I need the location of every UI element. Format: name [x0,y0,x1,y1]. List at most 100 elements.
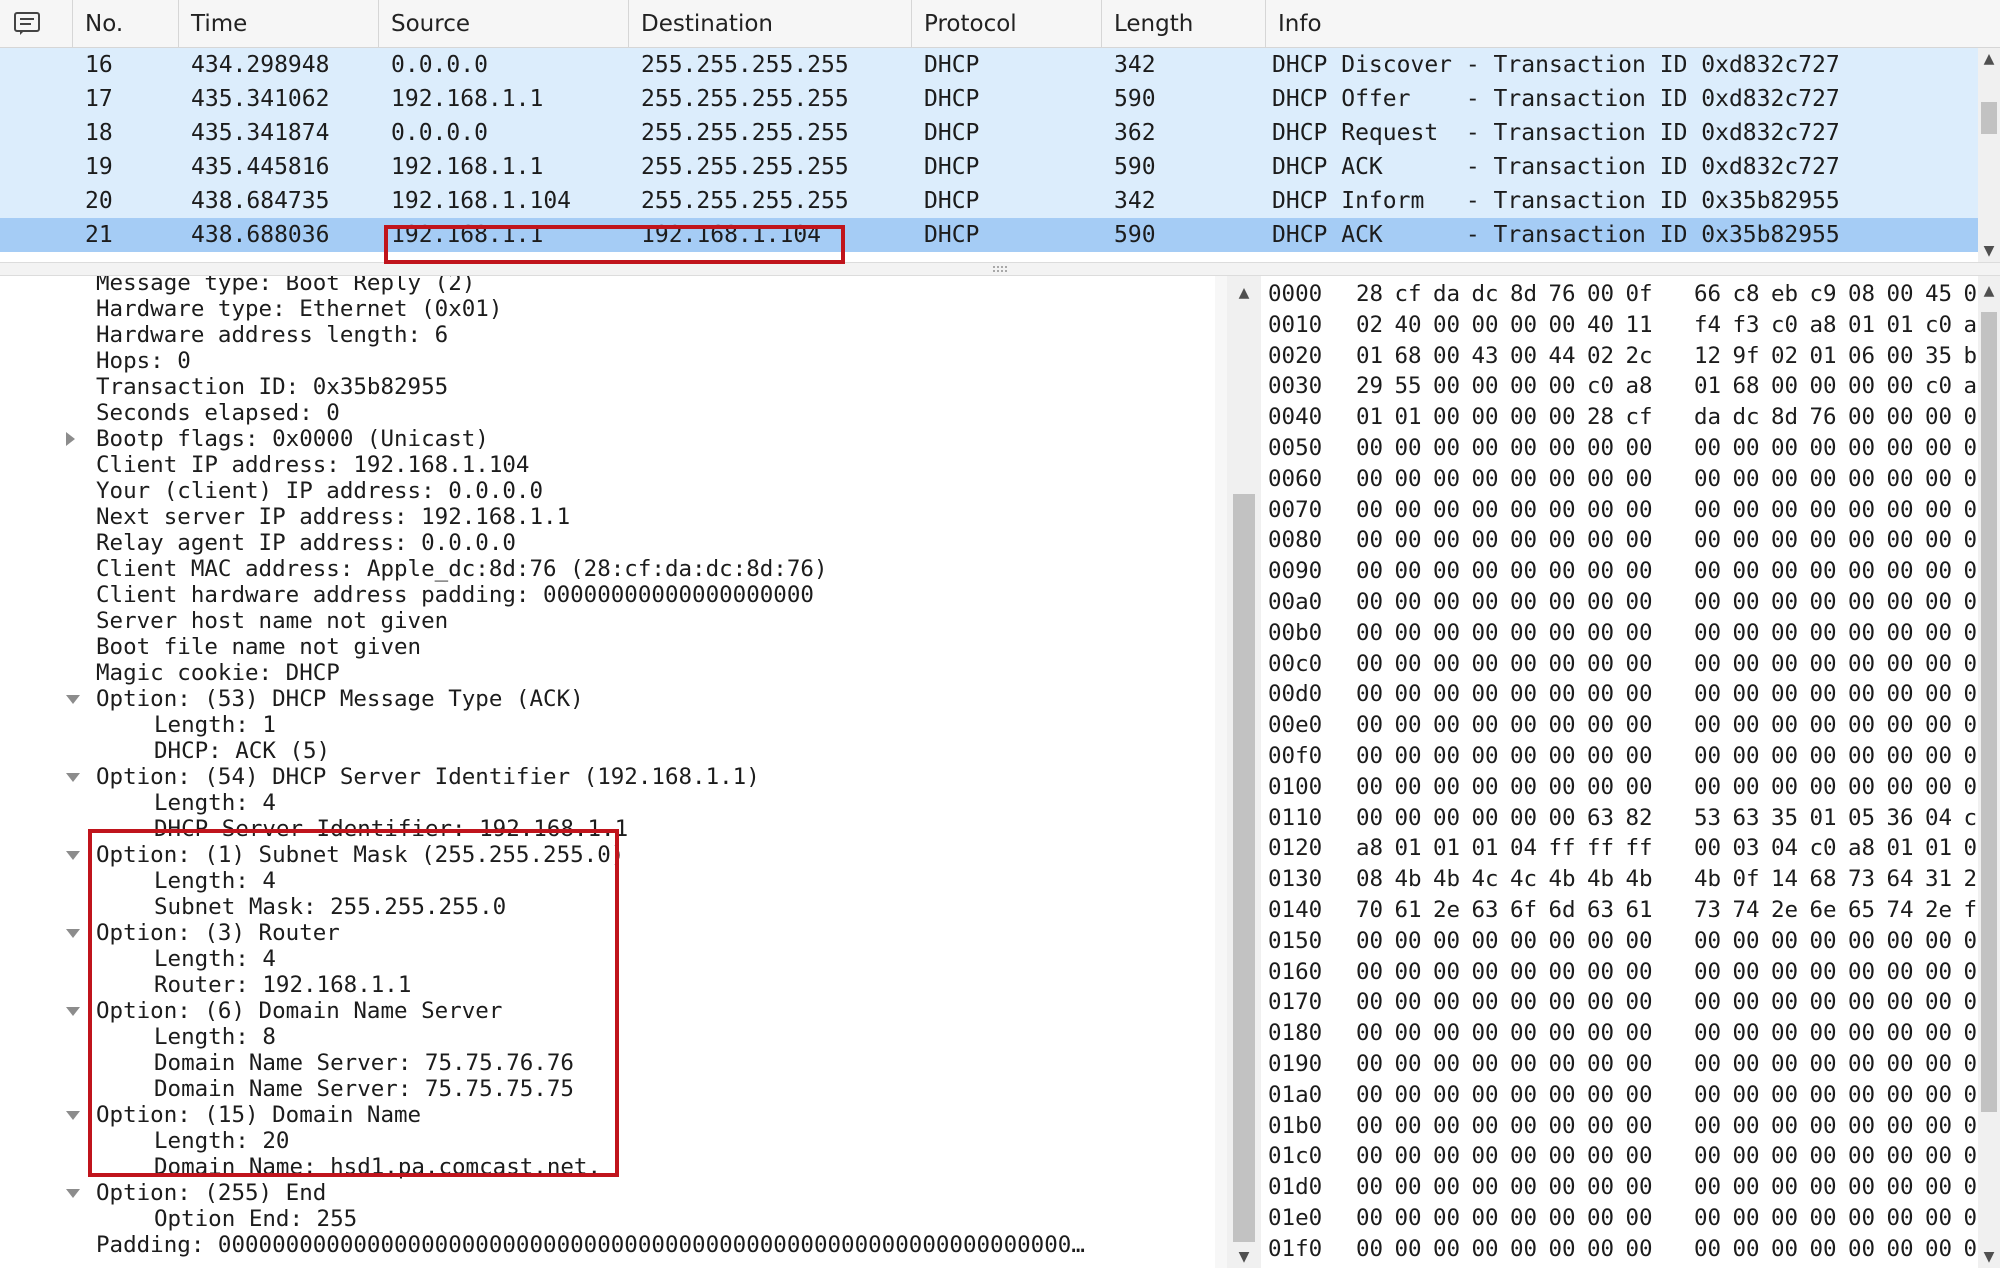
hex-byte[interactable]: 00 [1433,773,1460,801]
hex-byte[interactable]: 00 [1925,588,1952,616]
hex-byte[interactable]: c0 [1771,311,1798,339]
hex-byte[interactable]: 00 [1433,465,1460,493]
hex-byte[interactable]: 00 [1549,434,1576,462]
hex-byte[interactable]: 00 [1810,958,1837,986]
hex-byte[interactable]: 02 [1587,342,1614,370]
hex-byte[interactable]: da [1694,403,1721,431]
hex-row[interactable]: 0070 00 00 00 00 00 00 00 00 00 00 00 00 00 00 00 00 [1261,496,1978,524]
hex-byte[interactable]: 00 [1587,526,1614,554]
hex-row[interactable]: 00b0 00 00 00 00 00 00 00 00 00 00 00 00 00 00 00 00 [1261,619,1978,647]
hex-byte[interactable]: 00 [1356,1050,1383,1078]
hex-byte[interactable]: 00 [1887,496,1914,524]
hex-byte[interactable]: 00 [1433,434,1460,462]
hex-byte[interactable]: 00 [1510,958,1537,986]
hex-byte[interactable]: 00 [1810,650,1837,678]
hex-byte[interactable]: 00 [1433,588,1460,616]
hex-byte[interactable]: 00 [1964,988,1979,1016]
hex-byte[interactable]: 04 [1771,834,1798,862]
hex-byte[interactable]: 00 [1964,958,1979,986]
hex-byte[interactable]: 00 [1810,434,1837,462]
hex-byte[interactable]: 00 [1626,988,1653,1016]
hex-byte[interactable]: 00 [1433,711,1460,739]
hex-byte[interactable]: 00 [1694,988,1721,1016]
hex-byte[interactable]: 2e [1964,865,1979,893]
hex-byte[interactable]: 00 [1395,465,1422,493]
hex-byte[interactable]: 00 [1848,711,1875,739]
hex-byte[interactable]: 00 [1356,465,1383,493]
hex-byte[interactable]: 00 [1848,1081,1875,1109]
hex-byte[interactable]: 00 [1433,742,1460,770]
hex-byte[interactable]: 00 [1626,650,1653,678]
hex-byte[interactable]: 01 [1472,834,1499,862]
hex-byte[interactable]: 00 [1925,1019,1952,1047]
hex-byte[interactable]: 00 [1848,1050,1875,1078]
hex-byte[interactable]: 00 [1810,526,1837,554]
hex-byte[interactable]: 00 [1694,1112,1721,1140]
hex-byte[interactable]: 00 [1694,711,1721,739]
hex-row[interactable]: 0190 00 00 00 00 00 00 00 00 00 00 00 00 00 00 00 00 [1261,1050,1978,1078]
hex-byte[interactable]: 00 [1887,1235,1914,1263]
hex-byte[interactable]: 00 [1356,526,1383,554]
hex-byte[interactable]: 00 [1587,1050,1614,1078]
hex-byte[interactable]: 00 [1472,434,1499,462]
hex-byte[interactable]: 28 [1587,403,1614,431]
hex-byte[interactable]: 00 [1694,588,1721,616]
hex-byte[interactable]: 00 [1587,742,1614,770]
hex-byte[interactable]: 00 [1510,1204,1537,1232]
hex-byte[interactable]: 63 [1733,804,1760,832]
hex-byte[interactable]: 00 [1472,311,1499,339]
hex-byte[interactable]: 00 [1433,1019,1460,1047]
hex-byte[interactable]: 00 [1510,988,1537,1016]
detail-tree-item[interactable]: Option: (1) Subnet Mask (255.255.255.0) [96,842,624,868]
hex-byte[interactable]: 00 [1887,465,1914,493]
hex-byte[interactable]: 00 [1925,496,1952,524]
hex-byte[interactable]: 00 [1887,680,1914,708]
packet-row[interactable]: 21 438.688036 192.168.1.1 192.168.1.104 DHCP… [0,218,1978,252]
hex-byte[interactable]: 00 [1626,680,1653,708]
hex-byte[interactable]: 00 [1887,927,1914,955]
hex-byte[interactable]: 00 [1549,1019,1576,1047]
packet-row[interactable]: 17 435.341062 192.168.1.1 255.255.255.255 DH… [0,82,1978,116]
hex-byte[interactable]: 00 [1964,1081,1979,1109]
hex-byte[interactable]: 00 [1887,342,1914,370]
hex-byte[interactable]: 00 [1964,680,1979,708]
hex-byte[interactable]: 00 [1472,619,1499,647]
hex-byte[interactable]: 00 [1395,1050,1422,1078]
detail-tree-item[interactable]: Next server IP address: 192.168.1.1 [96,504,570,530]
hex-byte[interactable]: c0 [1925,372,1952,400]
hex-byte[interactable]: 00 [1472,711,1499,739]
hex-byte[interactable]: 00 [1964,465,1979,493]
hex-byte[interactable]: 00 [1848,619,1875,647]
hex-byte[interactable]: 00 [1587,1235,1614,1263]
hex-byte[interactable]: 00 [1356,927,1383,955]
hex-row[interactable]: 00d0 00 00 00 00 00 00 00 00 00 00 00 00 00 00 00 00 [1261,680,1978,708]
hex-byte[interactable]: 00 [1733,680,1760,708]
hex-byte[interactable]: 00 [1733,434,1760,462]
hex-byte[interactable]: da [1433,280,1460,308]
hex-byte[interactable]: 00 [1510,742,1537,770]
detail-tree-item[interactable]: Transaction ID: 0x35b82955 [96,374,448,400]
hex-byte[interactable]: 00 [1510,773,1537,801]
packet-row[interactable]: 20 438.684735 192.168.1.104 255.255.255.255… [0,184,1978,218]
hex-byte[interactable]: 4b [1395,865,1422,893]
hex-byte[interactable]: 00 [1549,1173,1576,1201]
detail-tree-item[interactable]: Length: 4 [154,790,276,816]
hex-byte[interactable]: 00 [1925,680,1952,708]
hex-byte[interactable]: 00 [1395,1112,1422,1140]
hex-byte[interactable]: 63 [1472,896,1499,924]
hex-byte[interactable]: 00 [1356,619,1383,647]
hex-byte[interactable]: 00 [1549,465,1576,493]
hex-byte[interactable]: 36 [1887,804,1914,832]
hex-byte[interactable]: 66 [1694,280,1721,308]
hex-byte[interactable]: 63 [1587,896,1614,924]
hex-row[interactable]: 0000 28 cfdadc 8d 76 00 0f 66 c8 eb c9 08 00 45 00 [1261,280,1978,308]
column-menu-button[interactable] [0,0,72,48]
hex-byte[interactable]: 05 [1848,804,1875,832]
scrollbar-thumb[interactable] [1981,312,1997,1112]
hex-byte[interactable]: 00 [1771,588,1798,616]
arrow-down-icon[interactable]: ▼ [1978,1246,2000,1268]
hex-byte[interactable]: 00 [1433,988,1460,1016]
hex-byte[interactable]: 00 [1472,1142,1499,1170]
hex-byte[interactable]: a8 [1356,834,1383,862]
hex-byte[interactable]: 00 [1810,1050,1837,1078]
